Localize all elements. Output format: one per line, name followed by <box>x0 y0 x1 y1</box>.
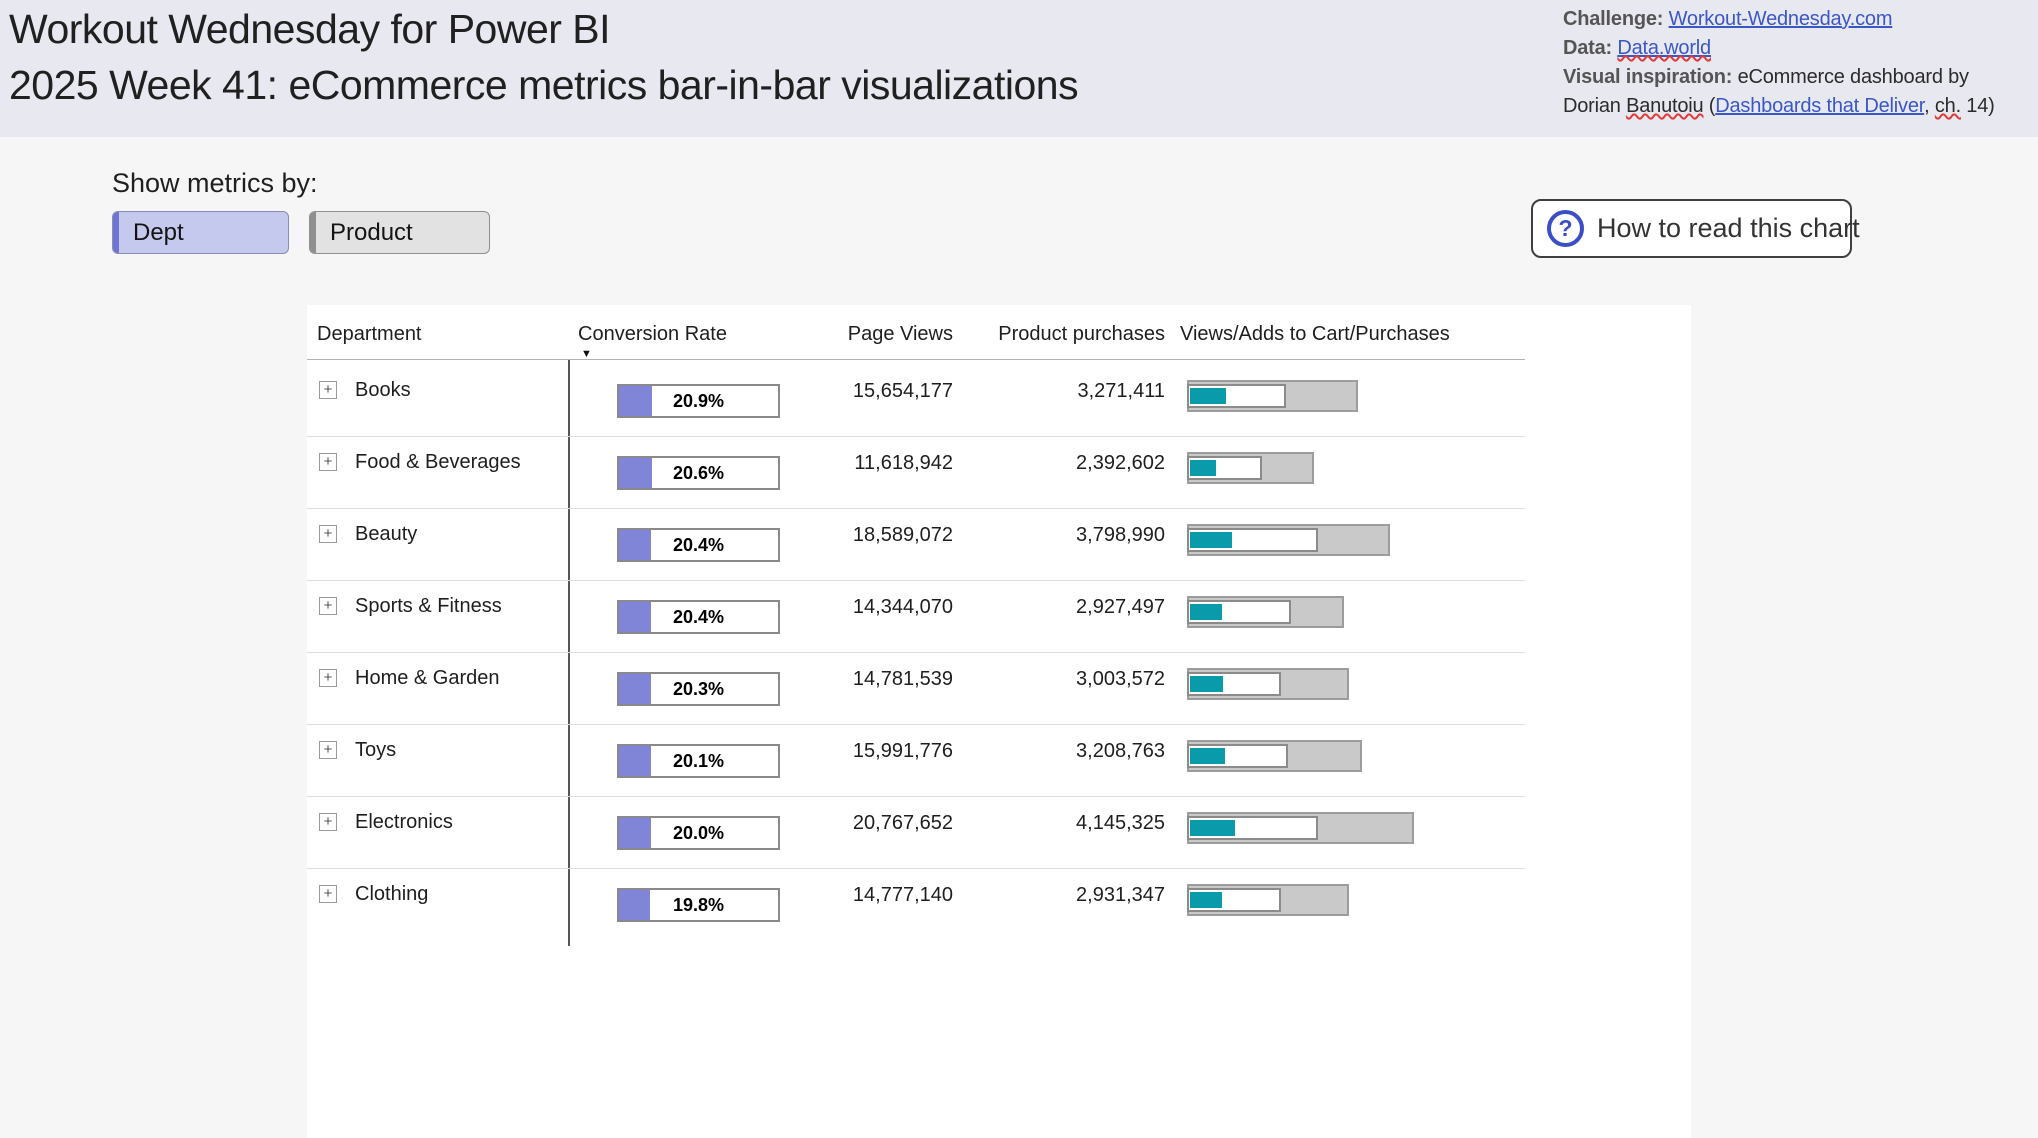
inspiration-line-1: Visual inspiration: eCommerce dashboard … <box>1563 63 2033 92</box>
inspiration-label: Visual inspiration: <box>1563 66 1732 88</box>
dept-button-label: Dept <box>133 212 184 253</box>
table-row[interactable]: + Clothing 19.8% 14,777,140 2,931,347 <box>307 869 1691 941</box>
paren-open: ( <box>1703 95 1715 117</box>
author-last-name: Banutoiu <box>1626 95 1703 117</box>
expand-icon[interactable]: + <box>319 525 337 543</box>
purchases-bar <box>1190 820 1235 836</box>
page-views-value: 20,767,652 <box>750 812 953 835</box>
table-row[interactable]: + Home & Garden 20.3% 14,781,539 3,003,5… <box>307 653 1691 725</box>
report-header-band: Workout Wednesday for Power BI 2025 Week… <box>0 0 2038 137</box>
credits-block: Challenge: Workout-Wednesday.com Data: D… <box>1563 5 2033 121</box>
department-label: Clothing <box>355 883 428 906</box>
purchases-value: 2,931,347 <box>960 884 1165 907</box>
inspiration-line-2: Dorian Banutoiu (Dashboards that Deliver… <box>1563 92 2033 121</box>
expand-icon[interactable]: + <box>319 669 337 687</box>
inspiration-text: eCommerce dashboard by <box>1738 66 1969 88</box>
column-header-product-purchases[interactable]: Product purchases <box>960 323 1165 346</box>
data-link[interactable]: Data.world <box>1617 37 1711 59</box>
expand-icon[interactable]: + <box>319 381 337 399</box>
table-row[interactable]: + Books 20.9% 15,654,177 3,271,411 <box>307 365 1691 437</box>
purchases-value: 3,003,572 <box>960 668 1165 691</box>
how-to-read-button[interactable]: ? How to read this chart <box>1531 199 1852 258</box>
purchases-bar <box>1190 892 1222 908</box>
how-to-read-label: How to read this chart <box>1597 213 1860 244</box>
department-label: Beauty <box>355 523 417 546</box>
department-label: Sports & Fitness <box>355 595 502 618</box>
purchases-bar <box>1190 532 1232 548</box>
challenge-link[interactable]: Workout-Wednesday.com <box>1669 8 1893 30</box>
data-link-text: Data.world <box>1617 37 1711 59</box>
challenge-line: Challenge: Workout-Wednesday.com <box>1563 5 2033 34</box>
page-views-value: 14,777,140 <box>750 884 953 907</box>
expand-icon[interactable]: + <box>319 813 337 831</box>
author-first-name: Dorian <box>1563 95 1626 117</box>
paren-close: 14) <box>1961 95 1995 117</box>
question-mark-icon: ? <box>1547 210 1584 247</box>
purchases-value: 3,798,990 <box>960 524 1165 547</box>
table-header-row: Department Conversion Rate ▼ Page Views … <box>307 305 1691 360</box>
chapter-abbrev: ch. <box>1935 95 1961 117</box>
column-header-bar-in-bar[interactable]: Views/Adds to Cart/Purchases <box>1180 323 1450 346</box>
department-label: Books <box>355 379 411 402</box>
purchases-value: 3,271,411 <box>960 380 1165 403</box>
button-accent-bar <box>310 212 316 253</box>
table-row[interactable]: + Sports & Fitness 20.4% 14,344,070 2,92… <box>307 581 1691 653</box>
expand-icon[interactable]: + <box>319 597 337 615</box>
department-label: Food & Beverages <box>355 451 521 474</box>
purchases-bar <box>1190 460 1216 476</box>
purchases-value: 2,392,602 <box>960 452 1165 475</box>
table-row[interactable]: + Electronics 20.0% 20,767,652 4,145,325 <box>307 797 1691 869</box>
sort-descending-icon: ▼ <box>581 348 592 360</box>
purchases-bar <box>1190 748 1225 764</box>
dept-toggle-button[interactable]: Dept <box>112 211 289 254</box>
expand-icon[interactable]: + <box>319 885 337 903</box>
button-accent-bar <box>113 212 119 253</box>
report-title: Workout Wednesday for Power BI <box>9 6 610 53</box>
expand-icon[interactable]: + <box>319 453 337 471</box>
page-views-value: 14,344,070 <box>750 596 953 619</box>
page-views-value: 11,618,942 <box>750 452 953 475</box>
department-label: Home & Garden <box>355 667 500 690</box>
page-views-value: 15,991,776 <box>750 740 953 763</box>
power-bi-report-page: Workout Wednesday for Power BI 2025 Week… <box>0 0 2038 1138</box>
metrics-table-card: Department Conversion Rate ▼ Page Views … <box>307 305 1691 1138</box>
purchases-value: 3,208,763 <box>960 740 1165 763</box>
expand-icon[interactable]: + <box>319 741 337 759</box>
column-header-department[interactable]: Department <box>317 323 422 346</box>
column-header-page-views[interactable]: Page Views <box>750 323 953 346</box>
data-label: Data: <box>1563 37 1612 59</box>
product-toggle-button[interactable]: Product <box>309 211 490 254</box>
purchases-value: 4,145,325 <box>960 812 1165 835</box>
table-row[interactable]: + Toys 20.1% 15,991,776 3,208,763 <box>307 725 1691 797</box>
purchases-bar <box>1190 388 1226 404</box>
table-row[interactable]: + Beauty 20.4% 18,589,072 3,798,990 <box>307 509 1691 581</box>
book-link[interactable]: Dashboards that Deliver <box>1715 95 1924 117</box>
show-metrics-by-label: Show metrics by: <box>112 168 318 199</box>
department-label: Toys <box>355 739 396 762</box>
table-row[interactable]: + Food & Beverages 20.6% 11,618,942 2,39… <box>307 437 1691 509</box>
purchases-bar <box>1190 604 1222 620</box>
data-line: Data: Data.world <box>1563 34 2033 63</box>
page-views-value: 15,654,177 <box>750 380 953 403</box>
report-subtitle: 2025 Week 41: eCommerce metrics bar-in-b… <box>9 62 1078 109</box>
page-views-value: 14,781,539 <box>750 668 953 691</box>
page-views-value: 18,589,072 <box>750 524 953 547</box>
purchases-value: 2,927,497 <box>960 596 1165 619</box>
purchases-bar <box>1190 676 1223 692</box>
table-body: + Books 20.9% 15,654,177 3,271,411 + Foo… <box>307 365 1691 941</box>
column-header-conversion-rate[interactable]: Conversion Rate <box>578 323 727 346</box>
product-button-label: Product <box>330 212 413 253</box>
comma-sep: , <box>1924 95 1935 117</box>
challenge-label: Challenge: <box>1563 8 1663 30</box>
department-label: Electronics <box>355 811 453 834</box>
